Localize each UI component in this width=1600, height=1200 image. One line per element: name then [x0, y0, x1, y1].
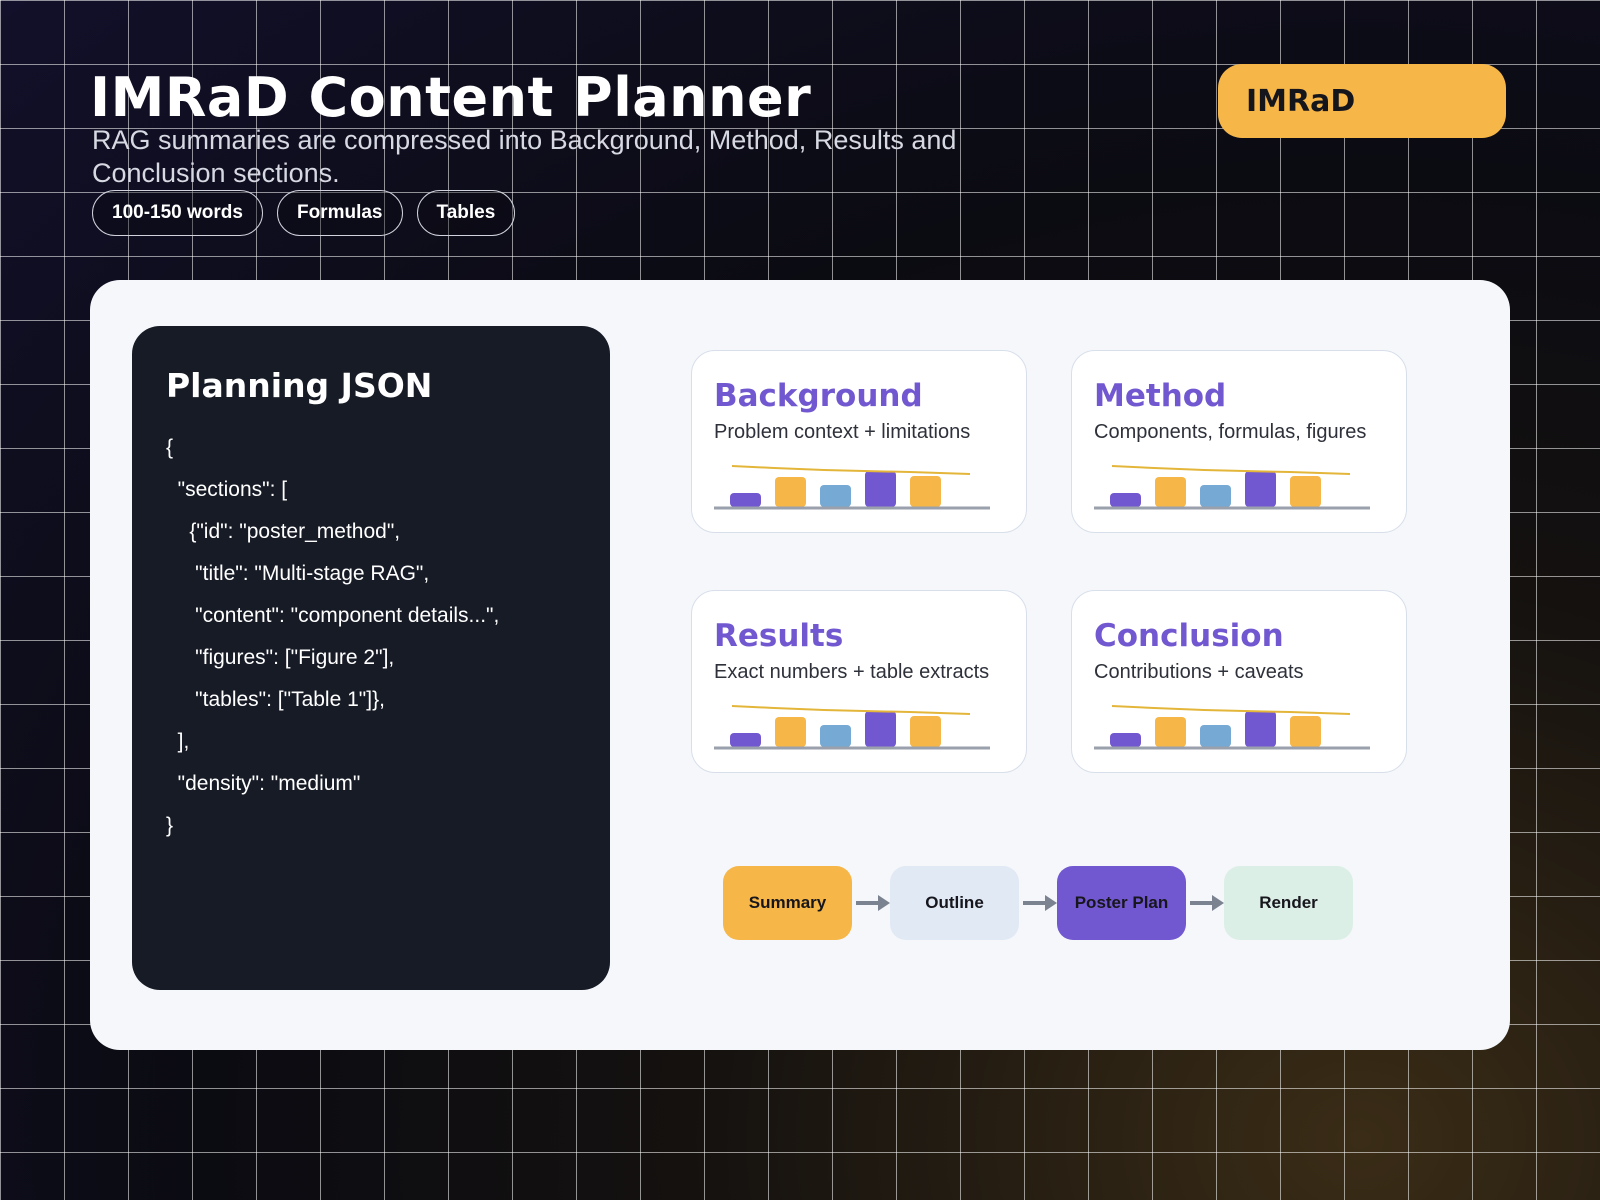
- json-line: "figures": ["Figure 2"],: [166, 646, 395, 669]
- section-card-background: Background Problem context + limitations: [691, 350, 1027, 533]
- section-description: Exact numbers + table extracts: [714, 661, 990, 683]
- mini-bar: [1110, 493, 1141, 507]
- tag-list: 100-150 words Formulas Tables: [92, 190, 516, 236]
- section-title: Method: [1094, 378, 1227, 414]
- mini-bar-chart-icon: [714, 705, 990, 750]
- flow-step-poster-plan: Poster Plan: [1057, 866, 1186, 940]
- section-description: Contributions + caveats: [1094, 661, 1304, 683]
- mini-bar: [1155, 717, 1186, 747]
- mini-bar: [1290, 716, 1321, 747]
- section-card-conclusion: Conclusion Contributions + caveats: [1071, 590, 1407, 773]
- section-card-results: Results Exact numbers + table extracts: [691, 590, 1027, 773]
- json-line: "title": "Multi-stage RAG",: [166, 562, 430, 585]
- section-title: Conclusion: [1094, 618, 1284, 654]
- main-panel: Planning JSON { "sections": [ {"id": "po…: [90, 280, 1510, 1050]
- planning-json-title: Planning JSON: [166, 366, 433, 405]
- mini-bar-chart-icon: [1094, 465, 1370, 510]
- mini-trend-line: [1111, 465, 1351, 475]
- section-title: Background: [714, 378, 923, 414]
- json-line: }: [166, 814, 174, 837]
- arrow-right-icon: [1023, 895, 1057, 911]
- mini-bar-chart-icon: [714, 465, 990, 510]
- mini-bar: [865, 711, 896, 747]
- mini-bar: [1245, 711, 1276, 747]
- mini-bar: [910, 716, 941, 747]
- json-line: {: [166, 436, 174, 459]
- tag-word-count: 100-150 words: [92, 190, 263, 236]
- mini-bar: [730, 733, 761, 747]
- json-line: "density": "medium": [166, 772, 361, 795]
- page-subtitle: RAG summaries are compressed into Backgr…: [92, 125, 957, 188]
- mini-bar: [910, 476, 941, 507]
- section-description: Problem context + limitations: [714, 421, 971, 443]
- json-code-block: { "sections": [ {"id": "poster_method", …: [166, 427, 576, 847]
- mini-trend-line: [1111, 705, 1351, 715]
- mini-bar: [1200, 725, 1231, 747]
- section-title: Results: [714, 618, 844, 654]
- flow-step-render: Render: [1224, 866, 1353, 940]
- mini-trend-line: [731, 705, 971, 715]
- mini-trend-line: [731, 465, 971, 475]
- json-line: ],: [166, 730, 190, 753]
- page-title: IMRaD Content Planner: [90, 66, 812, 129]
- mini-bar: [1200, 485, 1231, 507]
- mini-bar: [775, 717, 806, 747]
- mini-bar: [775, 477, 806, 507]
- tag-formulas: Formulas: [276, 190, 403, 236]
- imrad-badge: IMRaD: [1218, 64, 1506, 138]
- mini-bar: [1155, 477, 1186, 507]
- mini-bar: [1245, 471, 1276, 507]
- json-line: {"id": "poster_method",: [166, 520, 401, 543]
- mini-bar-chart-icon: [1094, 705, 1370, 750]
- flow-step-outline: Outline: [890, 866, 1019, 940]
- mini-bar: [820, 725, 851, 747]
- flow-step-summary: Summary: [723, 866, 852, 940]
- planning-json-card: Planning JSON { "sections": [ {"id": "po…: [132, 326, 610, 990]
- mini-bar: [1110, 733, 1141, 747]
- mini-bar: [730, 493, 761, 507]
- json-line: "content": "component details...",: [166, 604, 500, 627]
- section-card-method: Method Components, formulas, figures: [1071, 350, 1407, 533]
- mini-bar: [865, 471, 896, 507]
- mini-bar: [1290, 476, 1321, 507]
- json-line: "sections": [: [166, 478, 288, 501]
- arrow-right-icon: [1190, 895, 1224, 911]
- arrow-right-icon: [856, 895, 890, 911]
- tag-tables: Tables: [416, 190, 516, 236]
- section-description: Components, formulas, figures: [1094, 421, 1367, 443]
- mini-bar: [820, 485, 851, 507]
- json-line: "tables": ["Table 1"]},: [166, 688, 385, 711]
